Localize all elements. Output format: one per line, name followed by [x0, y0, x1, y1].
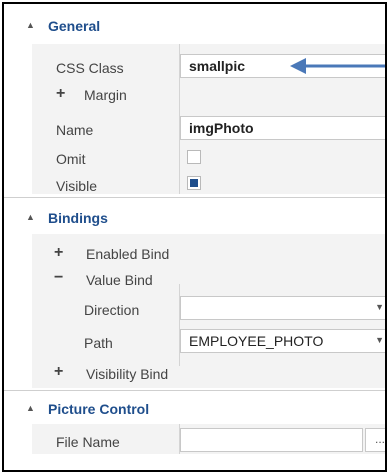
- section-title: General: [48, 18, 101, 34]
- visible-checkbox[interactable]: [187, 176, 201, 190]
- margin-label[interactable]: Margin: [84, 87, 127, 103]
- omit-label: Omit: [56, 151, 86, 167]
- omit-checkbox[interactable]: [187, 150, 201, 164]
- name-label: Name: [56, 122, 94, 138]
- collapse-triangle-icon[interactable]: ▲: [26, 403, 35, 413]
- divider: [4, 197, 385, 198]
- property-grid: ▲ General CSS Class smallpic + Margin Na…: [2, 2, 387, 472]
- section-picture-control-header[interactable]: ▲ Picture Control: [4, 397, 385, 423]
- file-name-label: File Name: [56, 434, 120, 450]
- chevron-down-icon[interactable]: ▼: [375, 302, 384, 312]
- chevron-down-icon[interactable]: ▼: [375, 335, 384, 345]
- divider: [4, 390, 385, 391]
- minus-icon[interactable]: −: [54, 269, 63, 287]
- visible-label: Visible: [56, 178, 97, 194]
- value-bind-label[interactable]: Value Bind: [86, 272, 153, 288]
- section-bindings-header[interactable]: ▲ Bindings: [4, 206, 385, 232]
- visibility-bind-label[interactable]: Visibility Bind: [86, 366, 168, 382]
- section-title: Bindings: [48, 210, 108, 226]
- name-field[interactable]: imgPhoto: [180, 116, 385, 140]
- css-class-label: CSS Class: [56, 60, 124, 76]
- file-name-field[interactable]: [180, 428, 363, 452]
- collapse-triangle-icon[interactable]: ▲: [26, 20, 35, 30]
- path-select[interactable]: EMPLOYEE_PHOTO ▼: [180, 329, 385, 353]
- section-general-header[interactable]: ▲ General: [4, 14, 385, 40]
- collapse-triangle-icon[interactable]: ▲: [26, 212, 35, 222]
- enabled-bind-label[interactable]: Enabled Bind: [86, 246, 169, 262]
- path-label: Path: [84, 335, 113, 351]
- annotation-arrow-icon: [290, 58, 385, 74]
- css-class-value: smallpic: [189, 58, 246, 74]
- plus-icon[interactable]: +: [56, 85, 65, 103]
- plus-icon[interactable]: +: [54, 244, 63, 262]
- path-value: EMPLOYEE_PHOTO: [189, 333, 324, 349]
- name-value: imgPhoto: [189, 120, 254, 136]
- direction-select[interactable]: ▼: [180, 296, 385, 320]
- plus-icon[interactable]: +: [54, 363, 63, 381]
- section-title: Picture Control: [48, 401, 150, 417]
- direction-label: Direction: [84, 302, 140, 318]
- browse-button[interactable]: ...: [365, 428, 385, 452]
